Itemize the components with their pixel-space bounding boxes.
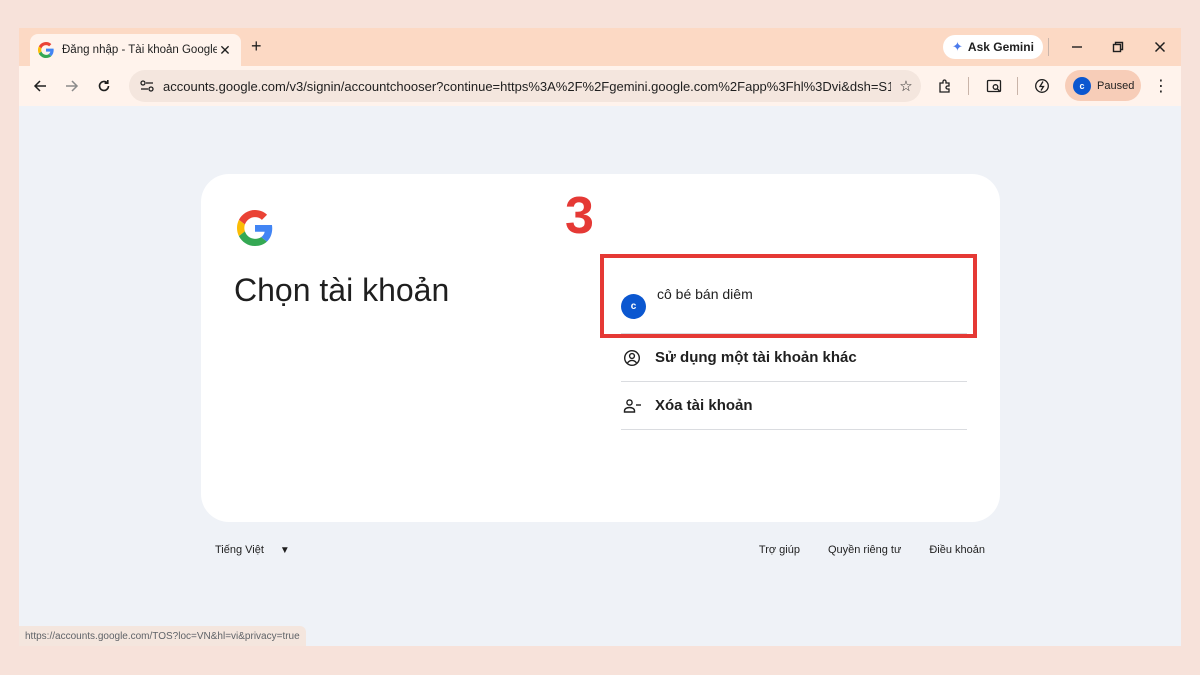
site-info-icon[interactable] <box>139 78 155 94</box>
language-selector[interactable]: Tiếng Việt ▼ <box>215 544 290 556</box>
more-menu-icon[interactable]: ⋮ <box>1153 76 1169 96</box>
restore-icon[interactable] <box>1108 37 1128 57</box>
forward-arrow-icon[interactable] <box>62 76 82 96</box>
ask-gemini-label: Ask Gemini <box>967 40 1034 54</box>
account-chooser-card: Chọn tài khoản 3 c cô bé bán diêm Sử dụn… <box>201 174 1000 522</box>
minimize-icon[interactable] <box>1067 37 1087 57</box>
tab-close-icon[interactable]: ✕ <box>217 42 233 59</box>
account-circle-icon <box>619 345 645 371</box>
google-favicon-icon <box>38 42 54 58</box>
footer-links: Trợ giúp Quyền riêng tư Điều khoản <box>759 544 985 556</box>
language-label: Tiếng Việt <box>215 544 264 556</box>
profile-status: Paused <box>1097 79 1135 92</box>
tab-title: Đăng nhập - Tài khoản Google <box>62 44 217 56</box>
account-list: c cô bé bán diêm Sử dụng một tài khoản k… <box>621 262 967 430</box>
browser-window: Đăng nhập - Tài khoản Google ✕ + ✦ Ask G… <box>19 28 1181 646</box>
new-tab-button[interactable]: + <box>251 36 262 57</box>
ask-gemini-button[interactable]: ✦ Ask Gemini <box>943 35 1043 59</box>
person-remove-icon <box>619 393 645 419</box>
use-another-account-button[interactable]: Sử dụng một tài khoản khác <box>621 334 967 382</box>
dropdown-caret-icon: ▼ <box>279 544 290 556</box>
back-arrow-icon[interactable] <box>30 76 50 96</box>
divider <box>1048 38 1049 56</box>
use-another-account-label: Sử dụng một tài khoản khác <box>655 349 857 366</box>
profile-avatar: c <box>1073 76 1091 95</box>
divider <box>968 77 969 95</box>
profile-button[interactable]: c Paused <box>1065 70 1141 101</box>
tab-search-icon[interactable] <box>984 76 1004 96</box>
performance-icon[interactable] <box>1032 76 1052 96</box>
extensions-icon[interactable] <box>935 76 955 96</box>
close-window-icon[interactable] <box>1150 37 1170 57</box>
help-link[interactable]: Trợ giúp <box>759 544 800 556</box>
address-bar[interactable]: accounts.google.com/v3/signin/accountcho… <box>129 70 921 102</box>
terms-link[interactable]: Điều khoản <box>929 544 985 556</box>
account-name: cô bé bán diêm <box>657 286 753 302</box>
remove-account-label: Xóa tài khoản <box>655 397 753 414</box>
gemini-sparkle-icon: ✦ <box>952 39 963 54</box>
url-text: accounts.google.com/v3/signin/accountcho… <box>163 78 891 94</box>
remove-account-button[interactable]: Xóa tài khoản <box>621 382 967 430</box>
google-logo-icon <box>237 210 273 246</box>
tab-strip: Đăng nhập - Tài khoản Google ✕ + ✦ Ask G… <box>19 28 1181 66</box>
link-status-bar: https://accounts.google.com/TOS?loc=VN&h… <box>19 626 306 646</box>
tab-google-signin[interactable]: Đăng nhập - Tài khoản Google ✕ <box>30 34 241 66</box>
reload-icon[interactable] <box>94 76 114 96</box>
privacy-link[interactable]: Quyền riêng tư <box>828 544 901 556</box>
account-item[interactable]: c cô bé bán diêm <box>621 262 967 334</box>
divider <box>1017 77 1018 95</box>
page-content: Chọn tài khoản 3 c cô bé bán diêm Sử dụn… <box>19 106 1181 646</box>
bookmark-star-icon[interactable]: ☆ <box>891 77 921 95</box>
step-number-annotation: 3 <box>565 187 594 245</box>
browser-toolbar: accounts.google.com/v3/signin/accountcho… <box>19 66 1181 106</box>
page-title: Chọn tài khoản <box>234 272 450 308</box>
